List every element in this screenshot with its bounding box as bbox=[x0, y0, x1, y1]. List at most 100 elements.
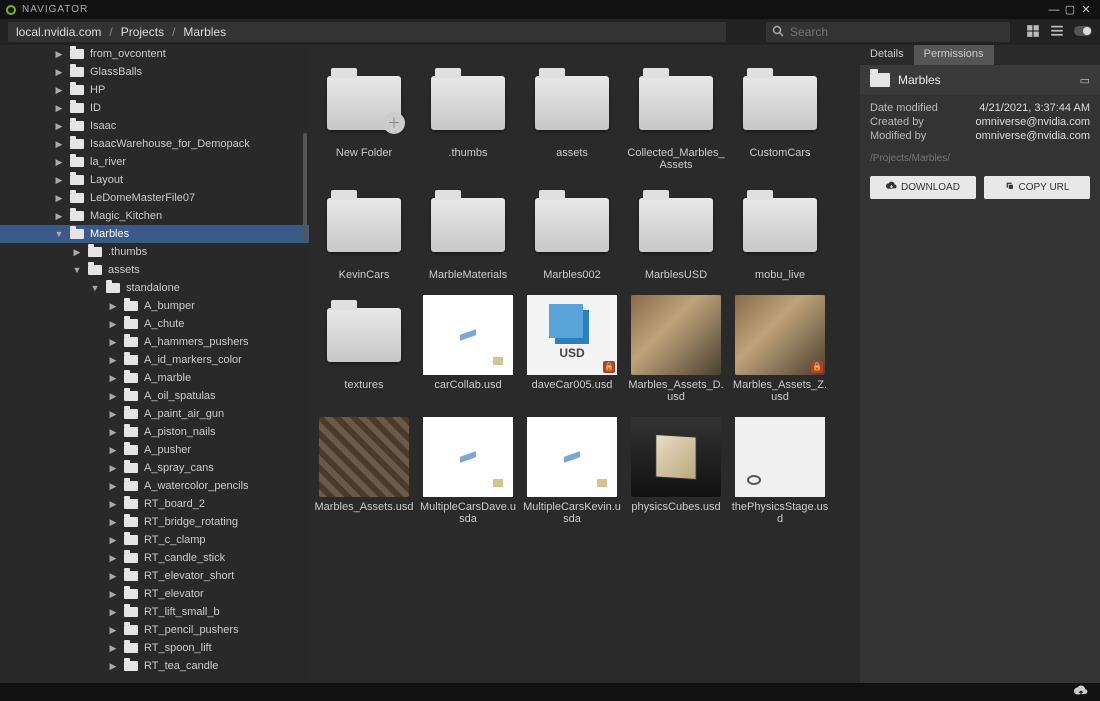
chevron-icon[interactable]: ▶ bbox=[108, 553, 118, 564]
scrollbar[interactable] bbox=[303, 133, 307, 243]
chevron-icon[interactable]: ▶ bbox=[54, 49, 64, 60]
sidebar[interactable]: ▶from_ovcontent▶GlassBalls▶HP▶ID▶Isaac▶I… bbox=[0, 45, 309, 683]
tab-details[interactable]: Details bbox=[860, 45, 914, 65]
chevron-icon[interactable]: ▶ bbox=[54, 85, 64, 96]
grid-item[interactable]: CustomCars bbox=[735, 63, 825, 171]
grid-item[interactable]: mobu_live bbox=[735, 185, 825, 281]
chevron-icon[interactable]: ▼ bbox=[54, 229, 64, 239]
chevron-icon[interactable]: ▶ bbox=[54, 193, 64, 204]
tree-node[interactable]: ▼Marbles bbox=[0, 225, 309, 243]
chevron-icon[interactable]: ▶ bbox=[108, 571, 118, 582]
grid-item[interactable]: New Folder bbox=[319, 63, 409, 171]
tree-node[interactable]: ▶A_piston_nails bbox=[0, 423, 309, 441]
chevron-icon[interactable]: ▶ bbox=[108, 337, 118, 348]
grid-item[interactable]: thePhysicsStage.usd bbox=[735, 417, 825, 525]
tree-node[interactable]: ▶A_chute bbox=[0, 315, 309, 333]
copy-url-button[interactable]: COPY URL bbox=[984, 176, 1090, 199]
chevron-icon[interactable]: ▶ bbox=[108, 535, 118, 546]
chevron-icon[interactable]: ▶ bbox=[108, 481, 118, 492]
tree-node[interactable]: ▼assets bbox=[0, 261, 309, 279]
chevron-icon[interactable]: ▶ bbox=[54, 157, 64, 168]
tree-node[interactable]: ▶A_oil_spatulas bbox=[0, 387, 309, 405]
chevron-icon[interactable]: ▶ bbox=[108, 319, 118, 330]
grid-item[interactable]: physicsCubes.usd bbox=[631, 417, 721, 525]
grid-item[interactable]: MarbleMaterials bbox=[423, 185, 513, 281]
grid-item[interactable]: .thumbs bbox=[423, 63, 513, 171]
chevron-icon[interactable]: ▶ bbox=[108, 427, 118, 438]
tree-node[interactable]: ▶A_pusher bbox=[0, 441, 309, 459]
chevron-icon[interactable]: ▶ bbox=[54, 139, 64, 150]
grid-item[interactable]: MarblesUSD bbox=[631, 185, 721, 281]
tree-node[interactable]: ▶IsaacWarehouse_for_Demopack bbox=[0, 135, 309, 153]
grid-item[interactable]: USD🔒daveCar005.usd bbox=[527, 295, 617, 403]
chevron-icon[interactable]: ▶ bbox=[54, 103, 64, 114]
chevron-icon[interactable]: ▶ bbox=[108, 409, 118, 420]
tree-node[interactable]: ▶A_paint_air_gun bbox=[0, 405, 309, 423]
search-box[interactable] bbox=[766, 22, 1010, 42]
grid-item[interactable]: carCollab.usd bbox=[423, 295, 513, 403]
grid-item[interactable]: 🔒Marbles_Assets_Z.usd bbox=[735, 295, 825, 403]
chevron-icon[interactable]: ▶ bbox=[54, 211, 64, 222]
grid-item[interactable]: assets bbox=[527, 63, 617, 171]
chevron-icon[interactable]: ▶ bbox=[108, 391, 118, 402]
tree-node[interactable]: ▶RT_spoon_lift bbox=[0, 639, 309, 657]
tree-node[interactable]: ▶A_bumper bbox=[0, 297, 309, 315]
chevron-icon[interactable]: ▶ bbox=[108, 643, 118, 654]
chevron-icon[interactable]: ▶ bbox=[108, 607, 118, 618]
list-view-icon[interactable] bbox=[1050, 24, 1064, 41]
tree-node[interactable]: ▶Magic_Kitchen bbox=[0, 207, 309, 225]
tree-node[interactable]: ▶A_marble bbox=[0, 369, 309, 387]
download-button[interactable]: DOWNLOAD bbox=[870, 176, 976, 199]
chevron-icon[interactable]: ▶ bbox=[54, 175, 64, 186]
tree-node[interactable]: ▶RT_elevator_short bbox=[0, 567, 309, 585]
main-grid[interactable]: New Folder.thumbsassetsCollected_Marbles… bbox=[309, 45, 860, 683]
grid-view-icon[interactable] bbox=[1026, 24, 1040, 41]
minimize-button[interactable]: — bbox=[1046, 4, 1062, 16]
tree-node[interactable]: ▶GlassBalls bbox=[0, 63, 309, 81]
tree-node[interactable]: ▶A_hammers_pushers bbox=[0, 333, 309, 351]
tree-node[interactable]: ▶RT_candle_stick bbox=[0, 549, 309, 567]
grid-item[interactable]: MultipleCarsKevin.usda bbox=[527, 417, 617, 525]
breadcrumb-seg[interactable]: Marbles bbox=[183, 25, 226, 39]
tree-node[interactable]: ▶ID bbox=[0, 99, 309, 117]
cloud-upload-icon[interactable] bbox=[1074, 685, 1088, 700]
grid-item[interactable]: Marbles002 bbox=[527, 185, 617, 281]
tree-node[interactable]: ▶A_id_markers_color bbox=[0, 351, 309, 369]
maximize-button[interactable]: ▢ bbox=[1062, 3, 1078, 16]
grid-item[interactable]: KevinCars bbox=[319, 185, 409, 281]
search-input[interactable] bbox=[790, 25, 1004, 39]
breadcrumb[interactable]: local.nvidia.com / Projects / Marbles bbox=[8, 22, 726, 42]
tree-node[interactable]: ▶from_ovcontent bbox=[0, 45, 309, 63]
tree-node[interactable]: ▶RT_elevator bbox=[0, 585, 309, 603]
chevron-icon[interactable]: ▶ bbox=[108, 355, 118, 366]
tree-node[interactable]: ▶A_spray_cans bbox=[0, 459, 309, 477]
chevron-icon[interactable]: ▶ bbox=[108, 499, 118, 510]
tree-node[interactable]: ▶la_river bbox=[0, 153, 309, 171]
tree-node[interactable]: ▶HP bbox=[0, 81, 309, 99]
tree-node[interactable]: ▶RT_c_clamp bbox=[0, 531, 309, 549]
tree-node[interactable]: ▶.thumbs bbox=[0, 243, 309, 261]
grid-item[interactable]: textures bbox=[319, 295, 409, 403]
tab-permissions[interactable]: Permissions bbox=[914, 45, 994, 65]
chevron-icon[interactable]: ▶ bbox=[108, 589, 118, 600]
chevron-icon[interactable]: ▶ bbox=[108, 463, 118, 474]
chevron-icon[interactable]: ▶ bbox=[108, 301, 118, 312]
tree-node[interactable]: ▶Isaac bbox=[0, 117, 309, 135]
tree-node[interactable]: ▶RT_bridge_rotating bbox=[0, 513, 309, 531]
tree-node[interactable]: ▶LeDomeMasterFile07 bbox=[0, 189, 309, 207]
tree-node[interactable]: ▶RT_board_2 bbox=[0, 495, 309, 513]
tree-node[interactable]: ▶A_watercolor_pencils bbox=[0, 477, 309, 495]
tree-node[interactable]: ▶RT_pencil_pushers bbox=[0, 621, 309, 639]
breadcrumb-seg[interactable]: Projects bbox=[121, 25, 164, 39]
chevron-icon[interactable]: ▶ bbox=[108, 661, 118, 672]
chevron-icon[interactable]: ▶ bbox=[54, 67, 64, 78]
close-button[interactable]: ✕ bbox=[1078, 3, 1094, 16]
tree-node[interactable]: ▶Layout bbox=[0, 171, 309, 189]
chevron-icon[interactable]: ▼ bbox=[72, 265, 82, 275]
chevron-icon[interactable]: ▶ bbox=[54, 121, 64, 132]
chevron-icon[interactable]: ▶ bbox=[108, 625, 118, 636]
grid-item[interactable]: Marbles_Assets_D.usd bbox=[631, 295, 721, 403]
chevron-icon[interactable]: ▶ bbox=[72, 247, 82, 258]
chevron-icon[interactable]: ▶ bbox=[108, 445, 118, 456]
grid-item[interactable]: MultipleCarsDave.usda bbox=[423, 417, 513, 525]
